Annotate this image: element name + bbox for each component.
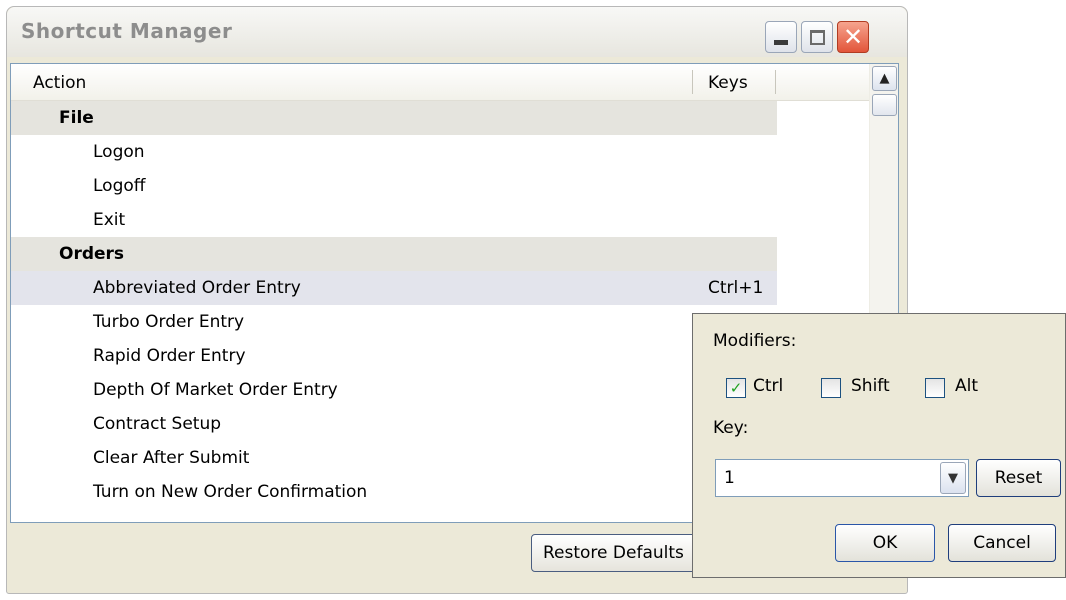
row-label: Exit — [93, 210, 126, 230]
key-label: Key: — [713, 418, 749, 438]
column-divider[interactable] — [775, 70, 776, 94]
ctrl-checkbox[interactable]: ✓ — [726, 378, 746, 398]
row-label: Logon — [93, 142, 145, 162]
list-item[interactable]: Logoff — [11, 169, 777, 203]
row-label: Clear After Submit — [93, 448, 250, 468]
category-row[interactable]: File — [11, 101, 777, 135]
list-header: Action Keys — [11, 64, 869, 101]
maximize-icon — [809, 29, 825, 45]
cancel-button-label: Cancel — [973, 533, 1031, 553]
column-header-keys[interactable]: Keys — [708, 73, 748, 93]
alt-label[interactable]: Alt — [955, 376, 978, 396]
ok-button[interactable]: OK — [835, 524, 935, 562]
close-icon: ✕ — [842, 23, 864, 51]
minimize-button[interactable] — [765, 21, 797, 53]
alt-checkbox[interactable] — [925, 378, 945, 398]
key-select[interactable]: 1 ▼ — [715, 459, 969, 497]
column-header-action[interactable]: Action — [33, 73, 86, 93]
row-label: Contract Setup — [93, 414, 222, 434]
reset-button[interactable]: Reset — [976, 459, 1061, 497]
list-item[interactable]: Abbreviated Order Entry Ctrl+1 — [11, 271, 777, 305]
ctrl-label[interactable]: Ctrl — [753, 376, 783, 396]
chevron-up-icon: ▲ — [879, 71, 890, 86]
row-label: File — [59, 108, 94, 128]
row-label: Abbreviated Order Entry — [93, 278, 301, 298]
row-label: Depth Of Market Order Entry — [93, 380, 338, 400]
row-label: Turn on New Order Confirmation — [93, 482, 368, 502]
title-bar[interactable]: Shortcut Manager ✕ — [7, 7, 907, 57]
modifiers-label: Modifiers: — [713, 331, 797, 351]
minimize-icon — [774, 39, 788, 45]
row-label: Logoff — [93, 176, 146, 196]
list-item[interactable]: Exit — [11, 203, 777, 237]
ok-button-label: OK — [872, 533, 898, 553]
maximize-button[interactable] — [801, 21, 833, 53]
row-label: Turbo Order Entry — [93, 312, 245, 332]
window-title: Shortcut Manager — [21, 19, 233, 43]
key-dropdown-button[interactable]: ▼ — [940, 462, 966, 494]
reset-button-label: Reset — [994, 468, 1043, 488]
category-row[interactable]: Orders — [11, 237, 777, 271]
checkmark-icon: ✓ — [729, 379, 743, 397]
cancel-button[interactable]: Cancel — [948, 524, 1056, 562]
list-item[interactable]: Turbo Order Entry — [11, 305, 777, 339]
scroll-up-button[interactable]: ▲ — [872, 66, 897, 91]
row-keys: Ctrl+1 — [708, 278, 764, 298]
close-button[interactable]: ✕ — [837, 21, 869, 53]
shift-label[interactable]: Shift — [851, 376, 890, 396]
list-item[interactable]: Depth Of Market Order Entry — [11, 373, 777, 407]
column-divider[interactable] — [692, 70, 693, 94]
row-label: Rapid Order Entry — [93, 346, 246, 366]
list-item[interactable]: Logon — [11, 135, 777, 169]
list-item[interactable]: Contract Setup — [11, 407, 777, 441]
shift-checkbox[interactable] — [821, 378, 841, 398]
row-label: Orders — [59, 244, 125, 264]
shortcut-editor-popup: Modifiers: ✓ Ctrl Shift Alt Key: 1 ▼ Res… — [692, 313, 1066, 578]
list-item[interactable]: Rapid Order Entry — [11, 339, 777, 373]
scroll-thumb[interactable] — [872, 94, 897, 116]
list-item[interactable]: Clear After Submit — [11, 441, 777, 475]
key-select-value: 1 — [724, 468, 735, 488]
list-item[interactable]: Turn on New Order Confirmation — [11, 475, 777, 509]
chevron-down-icon: ▼ — [948, 470, 958, 486]
